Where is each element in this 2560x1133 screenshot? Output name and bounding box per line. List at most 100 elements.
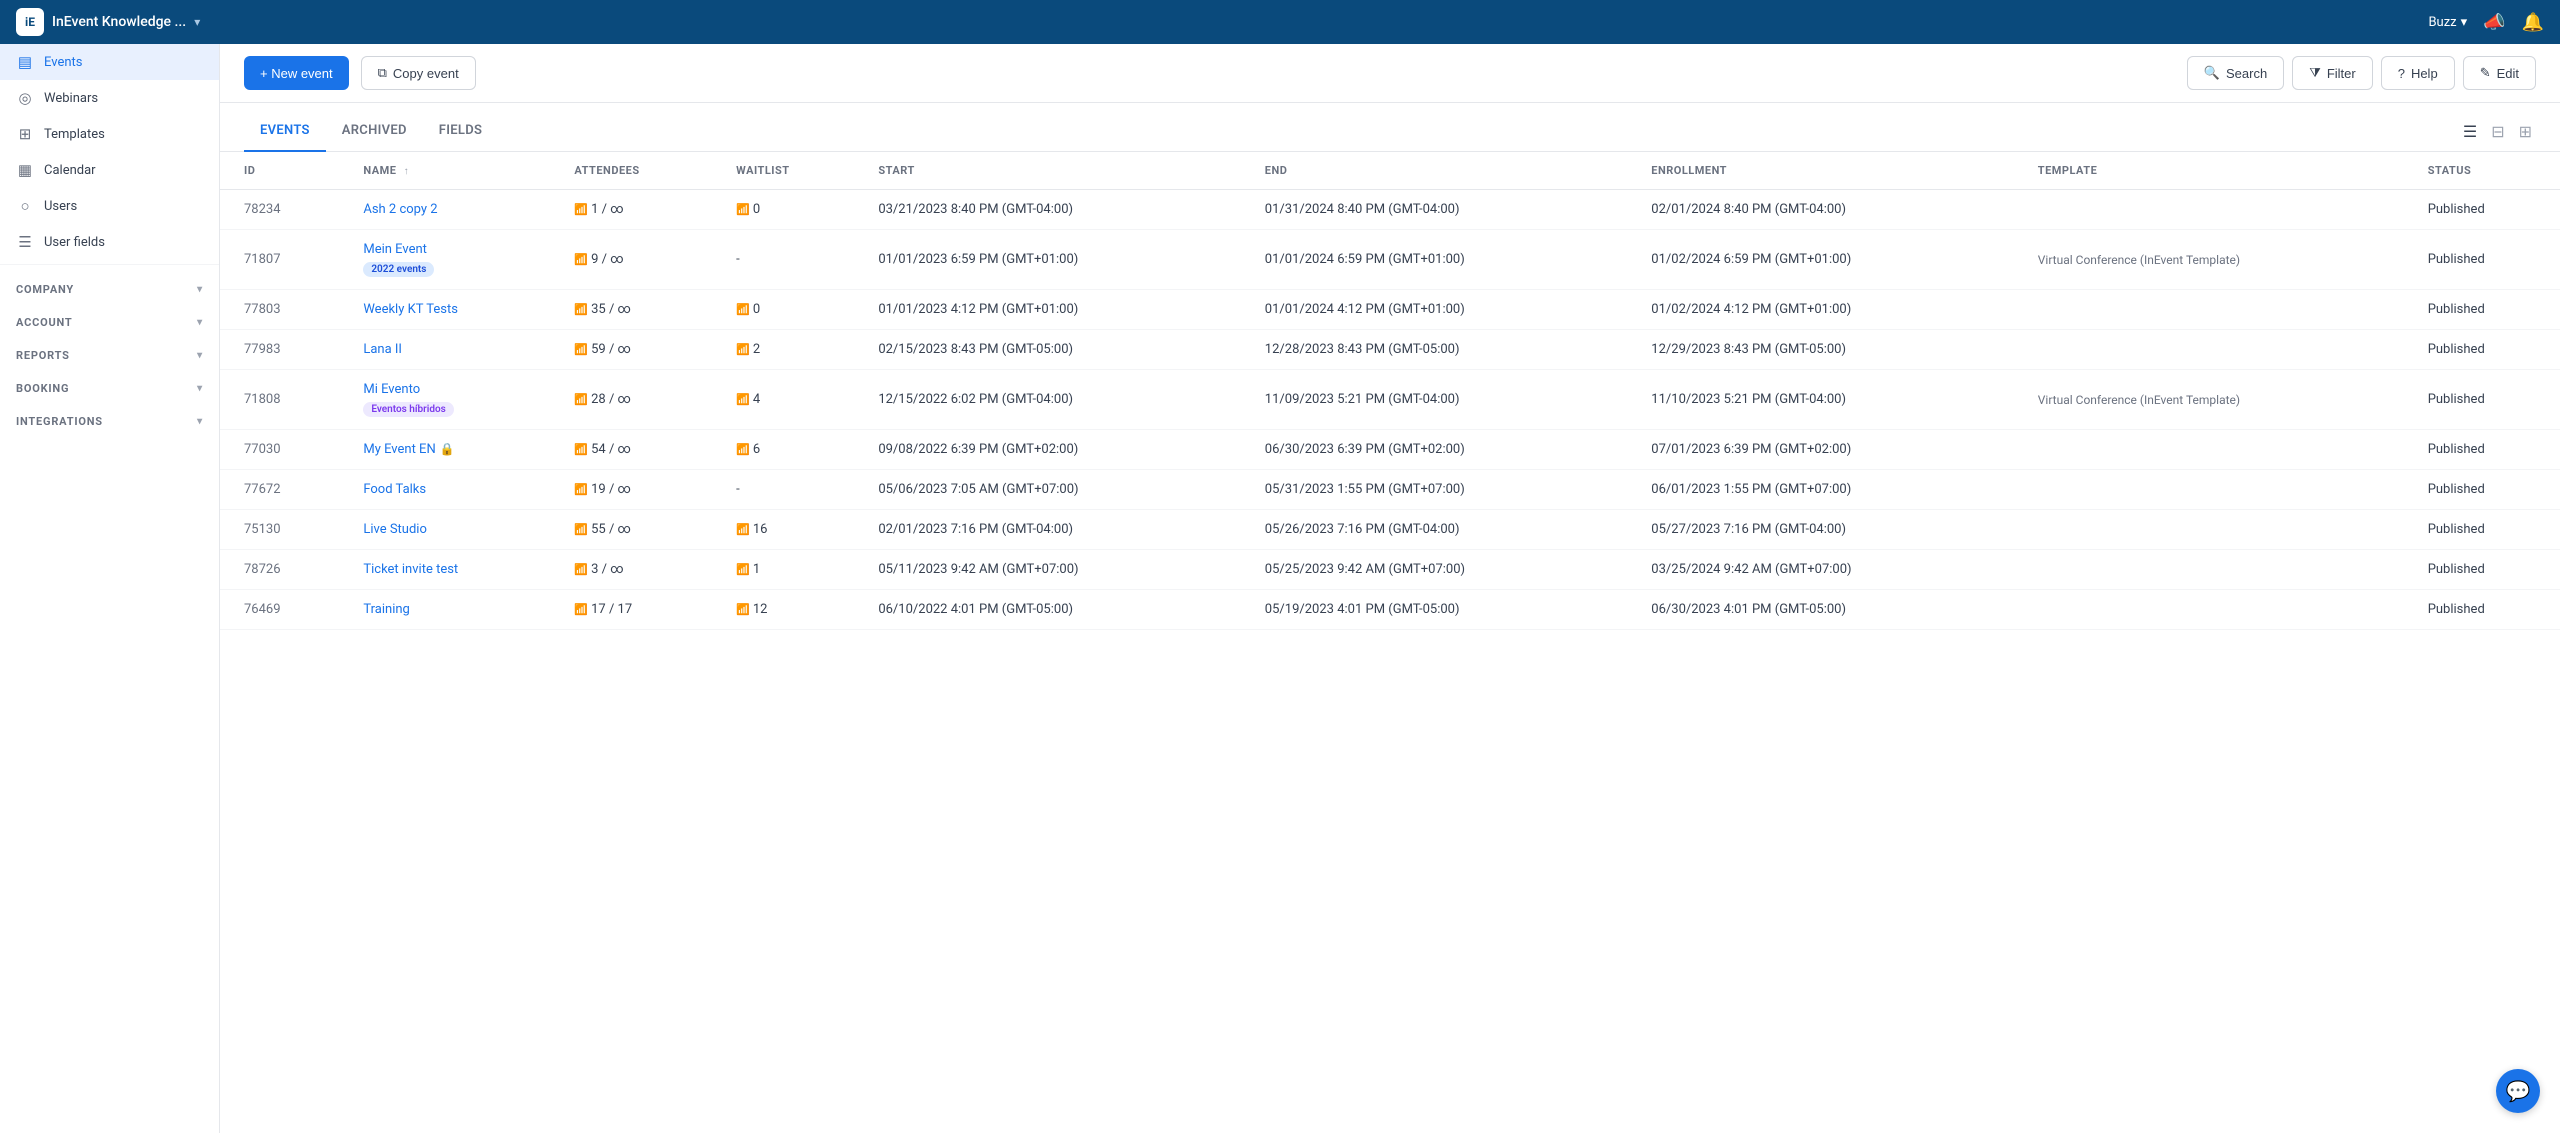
search-button[interactable]: 🔍 Search [2187,56,2284,90]
copy-event-label: Copy event [393,66,459,81]
col-status[interactable]: Status [2412,152,2560,190]
cell-name: Ash 2 copy 2 [347,190,558,230]
event-name-link[interactable]: Lana II [363,342,402,357]
table-row: 78234Ash 2 copy 2📶1 / ∞📶003/21/2023 8:40… [220,190,2560,230]
sidebar-section-booking[interactable]: BOOKING ▾ [0,368,219,401]
booking-label: BOOKING [16,382,69,395]
event-name-link[interactable]: Mi Evento [363,382,420,397]
cell-attendees: 📶9 / ∞ [558,230,720,290]
cell-enrollment: 06/30/2023 4:01 PM (GMT-05:00) [1635,590,2021,630]
col-id[interactable]: ID [220,152,347,190]
top-nav-left: iE InEvent Knowledge ... ▾ [16,8,200,36]
sidebar-item-users[interactable]: ○ Users [0,188,219,224]
event-name-link[interactable]: Ticket invite test [363,562,458,577]
cell-status: Published [2412,430,2560,470]
cell-name: Mein Event2022 events [347,230,558,290]
table-row: 77803Weekly KT Tests📶35 / ∞📶001/01/2023 … [220,290,2560,330]
event-name-link[interactable]: Live Studio [363,522,427,537]
event-name-link[interactable]: My Event EN [363,442,435,457]
cell-name: Weekly KT Tests [347,290,558,330]
cell-attendees: 📶3 / ∞ [558,550,720,590]
top-nav: iE InEvent Knowledge ... ▾ Buzz ▾ 📣 🔔 [0,0,2560,44]
cell-name: Food Talks [347,470,558,510]
tab-fields[interactable]: FIELDS [423,111,498,152]
lock-icon: 🔒 [440,442,455,456]
toolbar-right: 🔍 Search ⧩ Filter ? Help ✎ Edit [2187,56,2536,90]
cell-attendees: 📶59 / ∞ [558,330,720,370]
cell-attendees: 📶19 / ∞ [558,470,720,510]
chat-bubble[interactable]: 💬 [2496,1069,2540,1113]
event-name-link[interactable]: Training [363,602,409,617]
sidebar-divider-1 [0,264,219,265]
cell-status: Published [2412,330,2560,370]
cell-template [2022,550,2412,590]
cell-start: 01/01/2023 6:59 PM (GMT+01:00) [862,230,1248,290]
event-name-link[interactable]: Food Talks [363,482,426,497]
megaphone-icon[interactable]: 📣 [2483,12,2505,33]
cell-end: 05/19/2023 4:01 PM (GMT-05:00) [1249,590,1635,630]
app-logo[interactable]: iE [16,8,44,36]
cell-start: 05/11/2023 9:42 AM (GMT+07:00) [862,550,1248,590]
cell-start: 09/08/2022 6:39 PM (GMT+02:00) [862,430,1248,470]
cell-template [2022,430,2412,470]
col-attendees[interactable]: Attendees [558,152,720,190]
cell-attendees: 📶28 / ∞ [558,370,720,430]
cell-enrollment: 01/02/2024 4:12 PM (GMT+01:00) [1635,290,2021,330]
col-end[interactable]: End [1249,152,1635,190]
col-template[interactable]: Template [2022,152,2412,190]
col-start[interactable]: Start [862,152,1248,190]
cell-waitlist: 📶16 [720,510,862,550]
sidebar-label-calendar: Calendar [44,163,96,178]
sidebar-item-user-fields[interactable]: ☰ User fields [0,224,219,260]
sidebar-label-webinars: Webinars [44,91,98,106]
cell-end: 05/25/2023 9:42 AM (GMT+07:00) [1249,550,1635,590]
company-chevron: ▾ [197,284,203,295]
table-row: 75130Live Studio📶55 / ∞📶1602/01/2023 7:1… [220,510,2560,550]
sidebar-section-reports[interactable]: REPORTS ▾ [0,335,219,368]
cell-status: Published [2412,470,2560,510]
grid-view-icon[interactable]: ⊞ [2515,120,2536,143]
sidebar-section-company[interactable]: COMPANY ▾ [0,269,219,302]
cell-template: Virtual Conference (InEvent Template) [2022,370,2412,430]
cell-waitlist: 📶2 [720,330,862,370]
edit-button[interactable]: ✎ Edit [2463,56,2536,90]
cell-start: 02/15/2023 8:43 PM (GMT-05:00) [862,330,1248,370]
account-chevron: ▾ [197,317,203,328]
table-header: ID Name ↑ Attendees Waitlist [220,152,2560,190]
sidebar-item-events[interactable]: ▤ Events [0,44,219,80]
cell-start: 03/21/2023 8:40 PM (GMT-04:00) [862,190,1248,230]
copy-event-button[interactable]: ⧉ Copy event [361,56,476,90]
cell-start: 02/01/2023 7:16 PM (GMT-04:00) [862,510,1248,550]
sidebar-item-webinars[interactable]: ◎ Webinars [0,80,219,116]
reports-chevron: ▾ [197,350,203,361]
cell-attendees: 📶54 / ∞ [558,430,720,470]
event-name-link[interactable]: Mein Event [363,242,427,257]
new-event-button[interactable]: + New event [244,56,349,90]
cell-enrollment: 07/01/2023 6:39 PM (GMT+02:00) [1635,430,2021,470]
cell-attendees: 📶1 / ∞ [558,190,720,230]
col-name[interactable]: Name ↑ [347,152,558,190]
cell-id: 71808 [220,370,347,430]
col-waitlist[interactable]: Waitlist [720,152,862,190]
sidebar-item-calendar[interactable]: ▦ Calendar [0,152,219,188]
app-title-chevron[interactable]: ▾ [194,15,200,29]
booking-chevron: ▾ [197,383,203,394]
event-name-link[interactable]: Ash 2 copy 2 [363,202,437,217]
cell-name: My Event EN 🔒 [347,430,558,470]
sidebar-item-templates[interactable]: ⊞ Templates [0,116,219,152]
sidebar-label-templates: Templates [44,127,105,142]
tab-events[interactable]: EVENTS [244,111,326,152]
sidebar-section-account[interactable]: ACCOUNT ▾ [0,302,219,335]
col-enrollment[interactable]: Enrollment [1635,152,2021,190]
sidebar: ▤ Events ◎ Webinars ⊞ Templates ▦ Calend… [0,44,220,1133]
tab-archived[interactable]: ARCHIVED [326,111,423,152]
cell-name: Lana II [347,330,558,370]
event-name-link[interactable]: Weekly KT Tests [363,302,458,317]
compact-view-icon[interactable]: ⊟ [2487,120,2508,143]
bell-icon[interactable]: 🔔 [2522,12,2544,33]
filter-button[interactable]: ⧩ Filter [2292,56,2373,90]
sidebar-section-integrations[interactable]: INTEGRATIONS ▾ [0,401,219,434]
list-view-icon[interactable]: ☰ [2459,120,2481,143]
buzz-menu[interactable]: Buzz ▾ [2428,15,2467,30]
help-button[interactable]: ? Help [2381,56,2455,90]
